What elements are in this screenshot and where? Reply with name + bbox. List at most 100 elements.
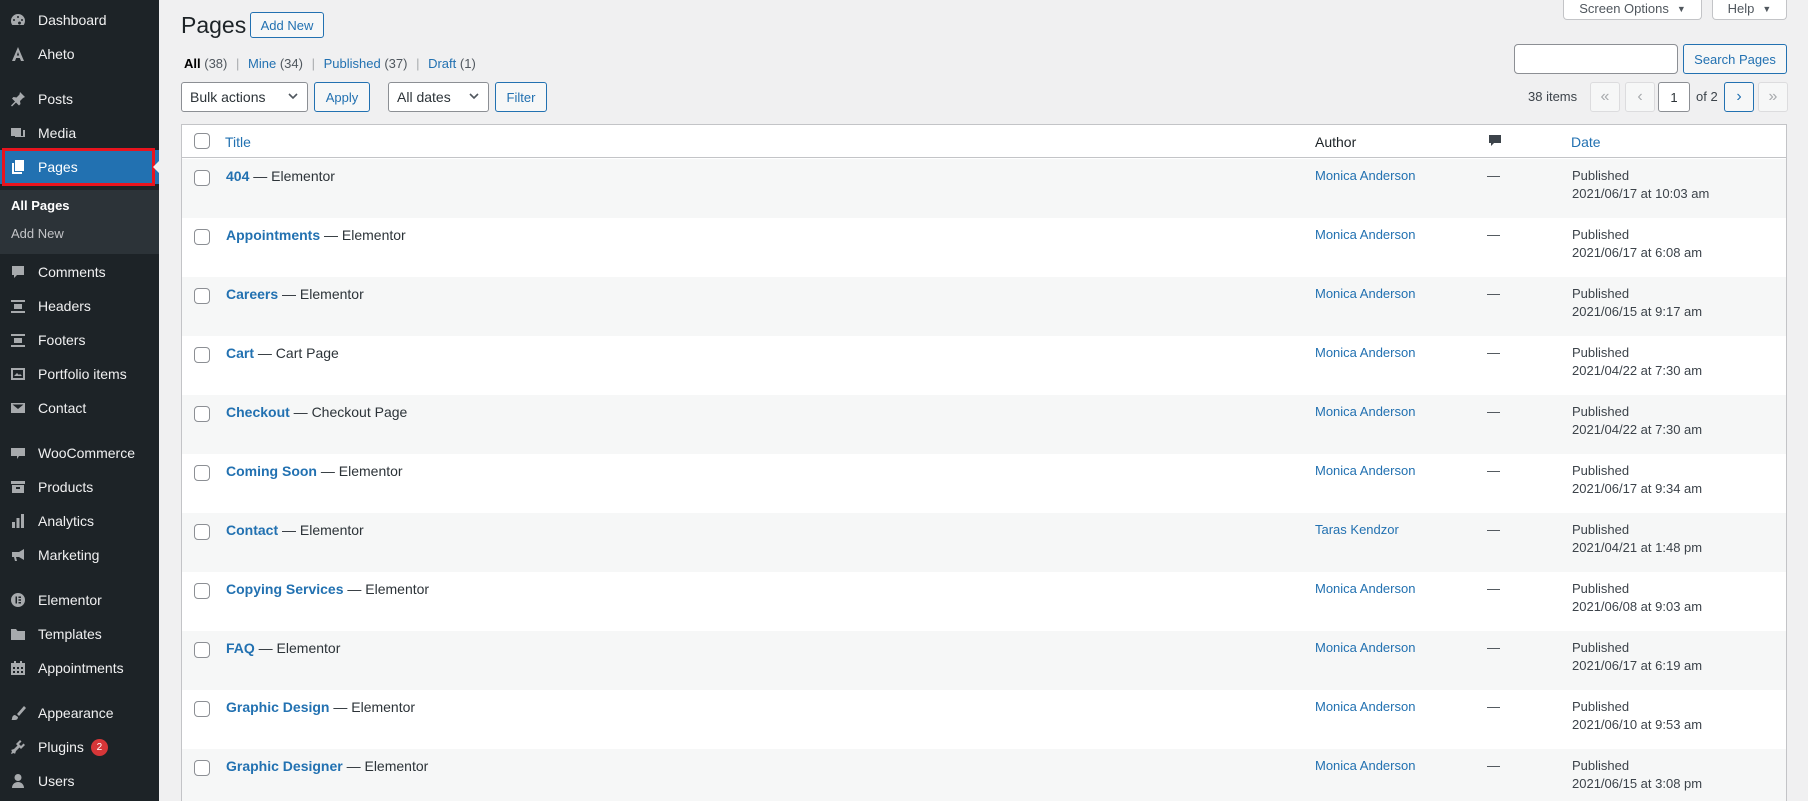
date-filter-select[interactable]: All dates <box>388 82 489 112</box>
sidebar-item-contact[interactable]: Contact <box>0 391 159 425</box>
sidebar-item-marketing[interactable]: Marketing <box>0 538 159 572</box>
author-link[interactable]: Monica Anderson <box>1315 758 1415 773</box>
sidebar-item-label: Templates <box>38 626 102 642</box>
bulk-actions-select[interactable]: Bulk actions <box>181 82 308 112</box>
sidebar-item-label: Appointments <box>38 660 124 676</box>
row-checkbox[interactable] <box>194 229 210 245</box>
page-title-link[interactable]: Cart <box>226 345 254 361</box>
sidebar-item-appointments[interactable]: Appointments <box>0 651 159 685</box>
sidebar-item-elementor[interactable]: Elementor <box>0 583 159 617</box>
author-link[interactable]: Taras Kendzor <box>1315 522 1399 537</box>
sidebar-item-label: Appearance <box>38 705 114 721</box>
sidebar-item-label: Users <box>38 773 75 789</box>
sidebar-item-templates[interactable]: Templates <box>0 617 159 651</box>
sidebar-item-plugins[interactable]: Plugins 2 <box>0 730 159 764</box>
author-link[interactable]: Monica Anderson <box>1315 168 1415 183</box>
filter-published-count: (37) <box>384 56 408 71</box>
row-checkbox[interactable] <box>194 701 210 717</box>
comments-count: — <box>1487 522 1500 537</box>
sidebar-item-woocommerce[interactable]: WooCommerce <box>0 436 159 470</box>
row-checkbox[interactable] <box>194 288 210 304</box>
column-date-sort[interactable]: Date <box>1571 134 1601 150</box>
comments-column-icon[interactable] <box>1487 133 1503 152</box>
author-link[interactable]: Monica Anderson <box>1315 581 1415 596</box>
page-title-link[interactable]: Graphic Design <box>226 699 329 715</box>
screen-options-button[interactable]: Screen Options ▼ <box>1563 0 1702 20</box>
apply-button[interactable]: Apply <box>314 82 370 112</box>
page-title-link[interactable]: Appointments <box>226 227 320 243</box>
page-title-link[interactable]: Checkout <box>226 404 290 420</box>
add-new-button[interactable]: Add New <box>250 12 324 38</box>
comments-count: — <box>1487 286 1500 301</box>
next-page-button[interactable]: › <box>1724 82 1754 112</box>
page-title-link[interactable]: 404 <box>226 168 249 184</box>
page-title-link[interactable]: Coming Soon <box>226 463 317 479</box>
row-checkbox[interactable] <box>194 583 210 599</box>
submenu-all-pages[interactable]: All Pages <box>11 198 70 213</box>
sidebar-item-portfolio-items[interactable]: Portfolio items <box>0 357 159 391</box>
filter-all[interactable]: All <box>184 56 201 71</box>
sidebar-item-users[interactable]: Users <box>0 764 159 798</box>
page-state-label: — Elementor <box>254 640 341 656</box>
row-checkbox[interactable] <box>194 465 210 481</box>
page-title-link[interactable]: Contact <box>226 522 278 538</box>
filter-button[interactable]: Filter <box>495 82 547 112</box>
page-state-label: — Cart Page <box>254 345 339 361</box>
page-state-label: — Elementor <box>278 286 364 302</box>
author-link[interactable]: Monica Anderson <box>1315 227 1415 242</box>
page-state-label: — Elementor <box>342 758 429 774</box>
filter-published[interactable]: Published <box>324 56 381 71</box>
filter-separator: | <box>311 56 315 71</box>
author-link[interactable]: Monica Anderson <box>1315 699 1415 714</box>
author-link[interactable]: Monica Anderson <box>1315 345 1415 360</box>
sidebar-item-dashboard[interactable]: Dashboard <box>0 3 159 37</box>
filter-mine[interactable]: Mine <box>248 56 276 71</box>
sidebar-item-headers[interactable]: Headers <box>0 289 159 323</box>
row-checkbox[interactable] <box>194 406 210 422</box>
media-icon <box>10 125 26 141</box>
sidebar-item-appearance[interactable]: Appearance <box>0 696 159 730</box>
sidebar-item-posts[interactable]: Posts <box>0 82 159 116</box>
sidebar-item-aheto[interactable]: Aheto <box>0 37 159 71</box>
help-button[interactable]: Help ▼ <box>1712 0 1787 20</box>
current-page-input[interactable]: 1 <box>1658 82 1690 112</box>
filter-draft[interactable]: Draft <box>428 56 456 71</box>
author-link[interactable]: Monica Anderson <box>1315 640 1415 655</box>
page-state-label: — Elementor <box>320 227 406 243</box>
author-link[interactable]: Monica Anderson <box>1315 463 1415 478</box>
row-title-cell: Checkout — Checkout Page <box>226 404 407 420</box>
row-checkbox[interactable] <box>194 642 210 658</box>
column-title-sort[interactable]: Title <box>225 134 251 150</box>
row-checkbox[interactable] <box>194 524 210 540</box>
submenu-add-new[interactable]: Add New <box>11 226 64 241</box>
publish-status: Published <box>1572 640 1630 655</box>
sidebar-item-label: Media <box>38 125 77 141</box>
calendar-icon <box>10 660 26 676</box>
sidebar-item-products[interactable]: Products <box>0 470 159 504</box>
page-title-link[interactable]: Copying Services <box>226 581 344 597</box>
brush-icon <box>10 705 26 721</box>
sidebar-item-comments[interactable]: Comments <box>0 255 159 289</box>
row-checkbox[interactable] <box>194 760 210 776</box>
row-checkbox[interactable] <box>194 170 210 186</box>
row-checkbox[interactable] <box>194 347 210 363</box>
author-link[interactable]: Monica Anderson <box>1315 286 1415 301</box>
row-title-cell: FAQ — Elementor <box>226 640 340 656</box>
plugins-update-badge: 2 <box>90 738 108 756</box>
select-all-checkbox[interactable] <box>194 133 210 149</box>
row-title-cell: Graphic Designer — Elementor <box>226 758 428 774</box>
search-pages-input[interactable] <box>1514 44 1678 74</box>
publish-status: Published <box>1572 286 1630 301</box>
page-title-link[interactable]: FAQ <box>226 640 255 656</box>
page-title-link[interactable]: Graphic Designer <box>226 758 343 774</box>
page-title-link[interactable]: Careers <box>226 286 278 302</box>
sidebar-item-label: Contact <box>38 400 87 416</box>
comments-count: — <box>1487 345 1500 360</box>
table-row: FAQ — Elementor Monica Anderson — Published… <box>182 631 1786 690</box>
sidebar-item-media[interactable]: Media <box>0 116 159 150</box>
sidebar-item-analytics[interactable]: Analytics <box>0 504 159 538</box>
search-pages-button[interactable]: Search Pages <box>1683 44 1787 74</box>
row-title-cell: Careers — Elementor <box>226 286 364 302</box>
sidebar-item-footers[interactable]: Footers <box>0 323 159 357</box>
author-link[interactable]: Monica Anderson <box>1315 404 1415 419</box>
